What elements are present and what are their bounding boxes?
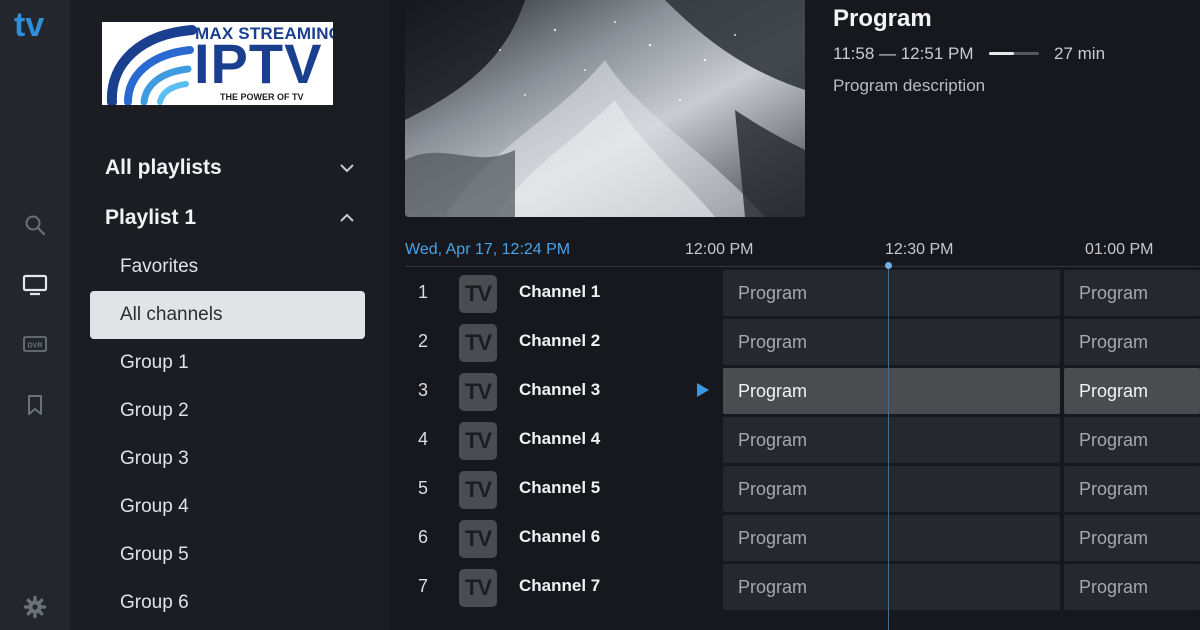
channel-logo-text: TV: [464, 330, 492, 355]
time-tick-1230: 12:30 PM: [885, 241, 954, 258]
tv-icon[interactable]: [20, 270, 50, 300]
brand-main-text: IPTV: [194, 32, 323, 95]
chevron-down-icon: [340, 164, 354, 173]
program-cell[interactable]: Program: [1064, 564, 1200, 610]
channel-logo: TV: [459, 373, 497, 411]
channel-number: 5: [417, 478, 428, 498]
channel-number: 1: [417, 282, 428, 302]
program-progress-fill: [989, 52, 1014, 55]
program-time-range: 11:58 — 12:51 PM: [833, 44, 974, 63]
program-cell[interactable]: Program: [1064, 466, 1200, 512]
playlist-item-group-1[interactable]: Group 1: [120, 348, 189, 378]
program-cell[interactable]: Program: [1064, 319, 1200, 365]
settings-icon[interactable]: [20, 592, 50, 622]
program-description: Program description: [833, 76, 986, 95]
guide-date: Wed, Apr 17, 12:24 PM: [405, 241, 571, 258]
play-indicator-icon: [697, 383, 709, 397]
channel-logo-text: TV: [464, 379, 492, 404]
channel-name: Channel 5: [519, 478, 601, 497]
playlist-item-group-5[interactable]: Group 5: [120, 540, 189, 570]
channel-number: 6: [417, 527, 428, 547]
program-cell[interactable]: Program: [1064, 368, 1200, 414]
current-time-marker: [885, 262, 892, 269]
brand-swoosh-icon: [106, 25, 197, 105]
waterfall-preview-image: [405, 0, 805, 217]
chevron-up-icon: [340, 213, 354, 222]
video-preview[interactable]: [405, 0, 805, 217]
program-cell[interactable]: Program: [1064, 417, 1200, 463]
playlist-item-group-2[interactable]: Group 2: [120, 396, 189, 426]
channel-logo: TV: [459, 275, 497, 313]
channel-row[interactable]: 7 TV Channel 7 Program Program: [405, 564, 1200, 610]
program-cell[interactable]: Program: [1064, 270, 1200, 316]
channel-number: 3: [417, 380, 428, 400]
timeline-divider: [405, 266, 1200, 267]
channel-row[interactable]: 2 TV Channel 2 Program Program: [405, 319, 1200, 365]
channel-name: Channel 7: [519, 576, 601, 595]
svg-text:DVR: DVR: [28, 343, 43, 350]
all-playlists-header[interactable]: All playlists: [105, 152, 355, 184]
channel-name: Channel 1: [519, 282, 601, 301]
channel-logo: TV: [459, 422, 497, 460]
channel-row[interactable]: 4 TV Channel 4 Program Program: [405, 417, 1200, 463]
playlist-item-favorites[interactable]: Favorites: [120, 252, 198, 282]
channel-logo-text: TV: [464, 575, 492, 600]
channel-name: Channel 3: [519, 380, 601, 399]
search-icon[interactable]: [20, 210, 50, 240]
playlist-panel: MAX STREAMING IPTV THE POWER OF TV All p…: [70, 0, 390, 630]
playlist-item-group-6[interactable]: Group 6: [120, 588, 189, 618]
time-tick-0100: 01:00 PM: [1085, 241, 1154, 258]
channel-name: Channel 4: [519, 429, 601, 448]
channel-logo-text: TV: [464, 526, 492, 551]
dvr-icon[interactable]: DVR: [20, 330, 50, 360]
program-cell[interactable]: Program: [723, 270, 1060, 316]
program-cell[interactable]: Program: [723, 515, 1060, 561]
program-title: Program: [833, 5, 932, 32]
channel-logo-text: TV: [464, 477, 492, 502]
channel-row[interactable]: 3 TV Channel 3 Program Program: [405, 368, 1200, 414]
brand-tagline: THE POWER OF TV: [220, 92, 304, 102]
playlist-item-all-channels[interactable]: All channels: [90, 291, 365, 339]
channel-number: 2: [417, 331, 428, 351]
brand-logo: MAX STREAMING IPTV THE POWER OF TV: [102, 22, 333, 105]
program-duration: 27 min: [1054, 44, 1106, 63]
tv-app-logo[interactable]: tv: [14, 4, 58, 44]
program-cell[interactable]: Program: [1064, 515, 1200, 561]
icon-rail: tv DVR: [0, 0, 70, 630]
channel-row[interactable]: 1 TV Channel 1 Program Program: [405, 270, 1200, 316]
program-cell[interactable]: Program: [723, 466, 1060, 512]
program-cell[interactable]: Program: [723, 417, 1060, 463]
channel-logo: TV: [459, 471, 497, 509]
svg-text:tv: tv: [14, 6, 44, 44]
program-progress-bar: [989, 52, 1039, 55]
current-time-line: [888, 266, 889, 630]
all-playlists-label: All playlists: [105, 156, 222, 179]
program-cell[interactable]: Program: [723, 564, 1060, 610]
channel-number: 4: [417, 429, 428, 449]
channel-logo: TV: [459, 569, 497, 607]
program-cell[interactable]: Program: [723, 319, 1060, 365]
playlist-1-header[interactable]: Playlist 1: [105, 202, 355, 234]
channel-logo: TV: [459, 520, 497, 558]
channel-name: Channel 2: [519, 331, 601, 350]
program-cell[interactable]: Program: [723, 368, 1060, 414]
channel-logo: TV: [459, 324, 497, 362]
channel-name: Channel 6: [519, 527, 601, 546]
channel-row[interactable]: 5 TV Channel 5 Program Program: [405, 466, 1200, 512]
playlist-item-group-4[interactable]: Group 4: [120, 492, 189, 522]
time-tick-1200: 12:00 PM: [685, 241, 754, 258]
channel-number: 7: [417, 576, 428, 596]
channel-logo-text: TV: [464, 281, 492, 306]
bookmark-icon[interactable]: [20, 390, 50, 420]
channel-logo-text: TV: [464, 428, 492, 453]
channel-row[interactable]: 6 TV Channel 6 Program Program: [405, 515, 1200, 561]
playlist-item-group-3[interactable]: Group 3: [120, 444, 189, 474]
playlist-1-label: Playlist 1: [105, 206, 197, 229]
